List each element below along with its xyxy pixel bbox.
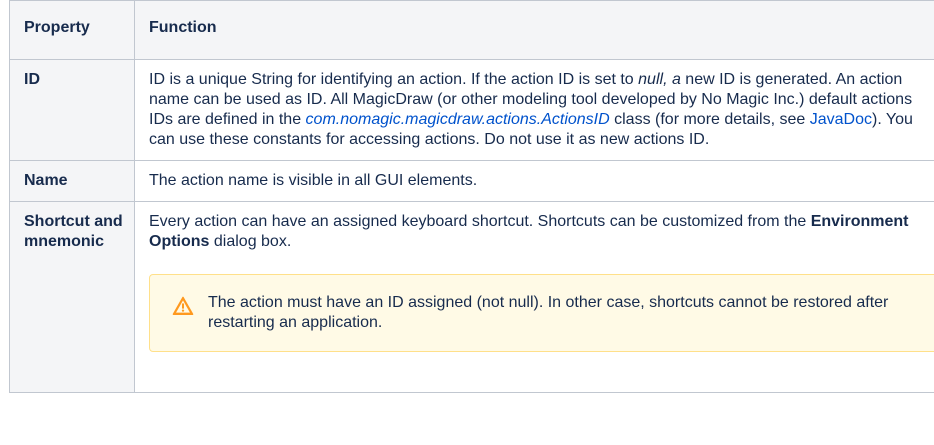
property-id: ID xyxy=(9,59,135,161)
content-area: Property Function ID ID is a unique Stri… xyxy=(9,0,934,445)
warning-text: The action must have an ID assigned (not… xyxy=(208,294,889,331)
function-text: class (for more details, see xyxy=(609,111,810,128)
warning-panel: The action must have an ID assigned (not… xyxy=(149,274,934,352)
property-name: Name xyxy=(9,160,135,202)
shortcut-description: Every action can have an assigned keyboa… xyxy=(149,212,934,252)
warning-triangle-icon xyxy=(172,296,194,315)
table-row: Name The action name is visible in all G… xyxy=(9,160,934,202)
actionsid-class-link[interactable]: com.nomagic.​magicdraw.actions.ActionsID xyxy=(306,111,610,128)
javadoc-link[interactable]: JavaDoc xyxy=(810,111,872,128)
function-text: Every action can have an assigned keyboa… xyxy=(149,213,811,230)
function-name: The action name is visible in all GUI el… xyxy=(134,160,934,202)
header-function: Function xyxy=(134,0,934,60)
function-id: ID is a unique String for identifying an… xyxy=(134,59,934,161)
property-shortcut: Shortcut and mnemonic xyxy=(9,201,135,393)
table-row: Shortcut and mnemonic Every action can h… xyxy=(9,201,934,393)
function-text-italic: null, a xyxy=(638,71,681,88)
function-text: dialog box. xyxy=(209,233,292,250)
properties-table: Property Function ID ID is a unique Stri… xyxy=(9,0,934,393)
function-text: ID is a unique String for identifying an… xyxy=(149,71,639,88)
table-header-row: Property Function xyxy=(9,0,934,60)
table-row: ID ID is a unique String for identifying… xyxy=(9,59,934,161)
header-property: Property xyxy=(9,0,135,60)
function-shortcut: Every action can have an assigned keyboa… xyxy=(134,201,934,393)
